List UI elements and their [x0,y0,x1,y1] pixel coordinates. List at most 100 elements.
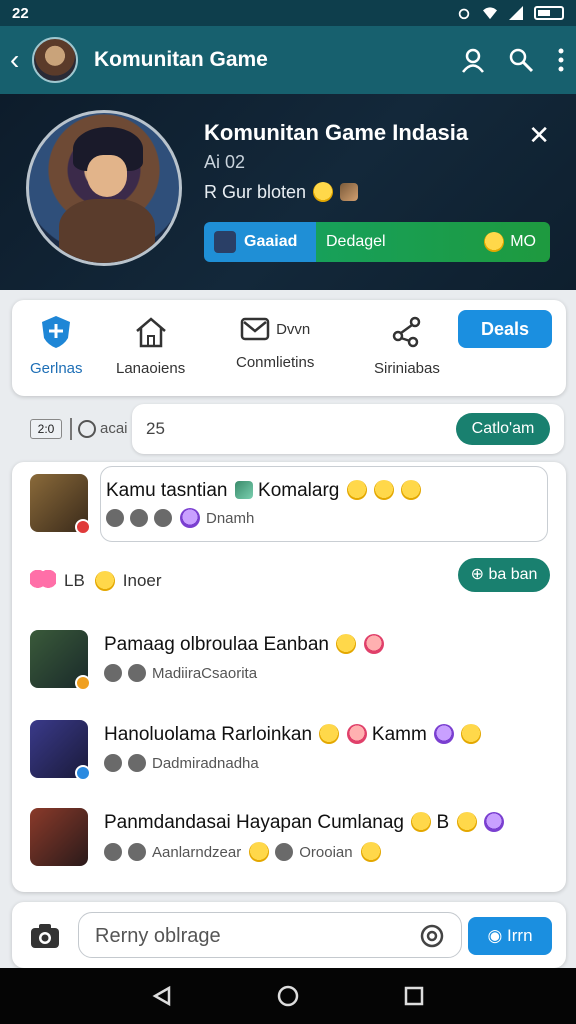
mo-label: MO [510,233,536,250]
message-title-text: Pamaag olbroulaa Eanban [104,634,330,655]
nav-label: Siriniabas [374,360,440,377]
meta-icon [275,843,294,861]
battery-icon [534,6,564,20]
smile-emoji-icon [313,182,334,202]
meta-icon [106,509,124,527]
send-label: Irrn [507,926,533,945]
message-meta-text: Aanlarndzear [152,843,242,861]
meta-icon [130,509,148,527]
status-dot [75,519,91,535]
reply-button[interactable]: ⊕ ba ban [458,558,550,592]
message-meta-text: MadiiraCsaorita [152,664,258,682]
more-vert-icon[interactable] [556,47,566,73]
message-title: Pamaag olbroulaa Eanban [104,634,384,656]
status-dot [75,675,91,691]
close-icon[interactable]: ✕ [528,122,550,148]
deals-button[interactable]: Deals [458,310,552,348]
search-icon[interactable] [508,47,534,73]
meta-icon [104,843,122,861]
tagline-text: R Gur bloten [204,182,307,202]
message-thumbnail[interactable] [30,808,88,866]
smile-emoji-icon [360,842,381,862]
app-bar-title: Komunitan Game [94,48,268,71]
nav-extra: Dvvn [276,320,311,338]
filter-button[interactable]: Catlo'am [456,413,550,445]
message-placeholder: Rerny oblrage [95,925,221,947]
home-nav-icon[interactable] [276,984,300,1008]
filter-input-value: 25 [146,419,165,438]
category-nav: Gerlnas Lanaoiens Dvvn Conmlietins Sirin… [12,300,566,396]
message-title: Hanoluolama Rarloinkan Kamm [104,724,482,746]
message-meta-text-2: Orooian [299,843,353,861]
nav-item-gerlnas[interactable]: Gerlnas [30,314,83,377]
recents-nav-icon[interactable] [403,985,425,1007]
smile-emoji-icon [484,232,505,252]
meta-icon [128,754,146,772]
message-composer: Rerny oblrage ◉ Irrn [12,902,566,968]
smile-emoji-icon [401,480,422,500]
pinned-message-bubble[interactable] [100,466,548,542]
back-nav-icon[interactable] [151,985,173,1007]
smile-emoji-icon [461,724,482,744]
nav-item-lanaoiens[interactable]: Lanaoiens [116,314,185,377]
status-time: 22 [12,4,29,22]
message-input[interactable]: Rerny oblrage [78,912,462,958]
back-arrow-icon[interactable]: ‹ [10,46,28,74]
profile-icon[interactable] [460,47,486,73]
reply-label: ba ban [488,566,538,583]
smile-emoji-icon [346,480,367,500]
filter-label: acai [100,420,128,437]
community-avatar[interactable] [32,37,78,83]
user-name: LB [64,571,85,590]
nav-label: Gerlnas [30,360,83,377]
meta-icon [154,509,172,527]
pinned-message-title: Kamu tasntian Komalarg [106,480,422,502]
meta-icon [104,754,122,772]
sticker-icon[interactable] [420,924,444,948]
user-row[interactable]: LB Inoer [30,570,162,592]
game-icon [214,231,236,253]
filter-input[interactable]: 25 Catlo'am [132,404,564,454]
nav-item-conmlietins[interactable]: Dvvn Conmlietins [236,314,314,371]
love-emoji-icon [346,724,367,744]
chat-feed: Kamu tasntian Komalarg Dnamh LB Inoer ⊕ … [12,462,566,892]
nav-item-siriniabas[interactable]: Siriniabas [374,314,440,377]
smile-emoji-icon [373,480,394,500]
count-badge: 2:0 [30,419,62,439]
message-thumbnail[interactable] [30,720,91,781]
message-title-tail: B [436,812,450,833]
send-button[interactable]: ◉ Irrn [468,917,552,955]
smile-emoji-icon [336,634,357,654]
message-meta: Dadmiradnadha [104,754,259,772]
smile-emoji-icon [94,571,115,591]
message-meta: Aanlarndzear Orooian [104,842,381,862]
dedagel-segment[interactable]: Dedagel MO [316,222,550,262]
message-thumbnail[interactable] [30,474,91,535]
message-thumbnail[interactable] [30,630,91,691]
user-role: Inoer [122,571,162,590]
heart-icon [30,570,56,592]
shield-icon [42,316,71,348]
family-icon [234,481,253,499]
gaaiad-label: Gaaiad [244,233,298,250]
community-tagline: R Gur bloten [204,182,359,203]
gaaiad-segment[interactable]: Gaaiad [204,222,316,262]
smile-emoji-icon [411,812,432,832]
community-title: Komunitan Game Indasia [204,120,469,145]
status-bar-strip[interactable]: Gaaiad Dedagel MO [204,222,550,262]
message-title-text: Hanoluolama Rarloinkan [104,724,313,745]
clock-icon [78,420,96,438]
character-sticker-icon [340,183,359,201]
app-bar: ‹ Komunitan Game [0,26,576,94]
smile-emoji-icon [456,812,477,832]
mail-icon [240,317,270,341]
status-bar: 22 [0,0,576,26]
hero-avatar[interactable] [26,110,182,266]
camera-icon[interactable] [30,922,60,950]
pinned-message-meta: Dnamh [106,508,254,528]
home-icon [135,317,166,348]
message-meta-text: Dadmiradnadha [152,754,259,772]
character-emoji-icon [180,508,200,528]
pinned-meta-text: Dnamh [206,509,255,527]
wifi-icon [483,7,497,20]
